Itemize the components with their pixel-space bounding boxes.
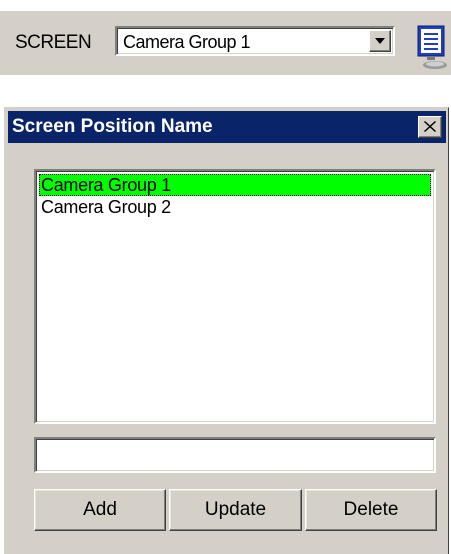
dialog-titlebar[interactable]: Screen Position Name [8, 111, 446, 143]
delete-button[interactable]: Delete [305, 489, 437, 531]
screen-label: SCREEN [15, 32, 92, 53]
add-button[interactable]: Add [34, 489, 166, 531]
position-name-list[interactable]: Camera Group 1 Camera Group 2 [34, 169, 436, 424]
screen-position-dialog: Screen Position Name Camera Group 1 Came… [4, 107, 449, 554]
list-item[interactable]: Camera Group 1 [39, 174, 431, 196]
monitor-button[interactable] [411, 24, 451, 74]
screen-select-dropdown-button[interactable] [369, 30, 391, 52]
screen-select-value: Camera Group 1 [123, 32, 251, 52]
update-button[interactable]: Update [169, 489, 302, 531]
close-button[interactable] [418, 116, 442, 138]
screen-select[interactable]: Camera Group 1 [115, 26, 395, 56]
close-x-icon [424, 121, 436, 132]
monitor-icon [417, 25, 447, 69]
position-name-input[interactable] [34, 437, 436, 473]
triangle-down-icon [375, 38, 385, 44]
screen-toolbar: SCREEN Camera Group 1 [0, 11, 451, 75]
list-item[interactable]: Camera Group 2 [39, 196, 431, 218]
dialog-title: Screen Position Name [12, 116, 213, 137]
